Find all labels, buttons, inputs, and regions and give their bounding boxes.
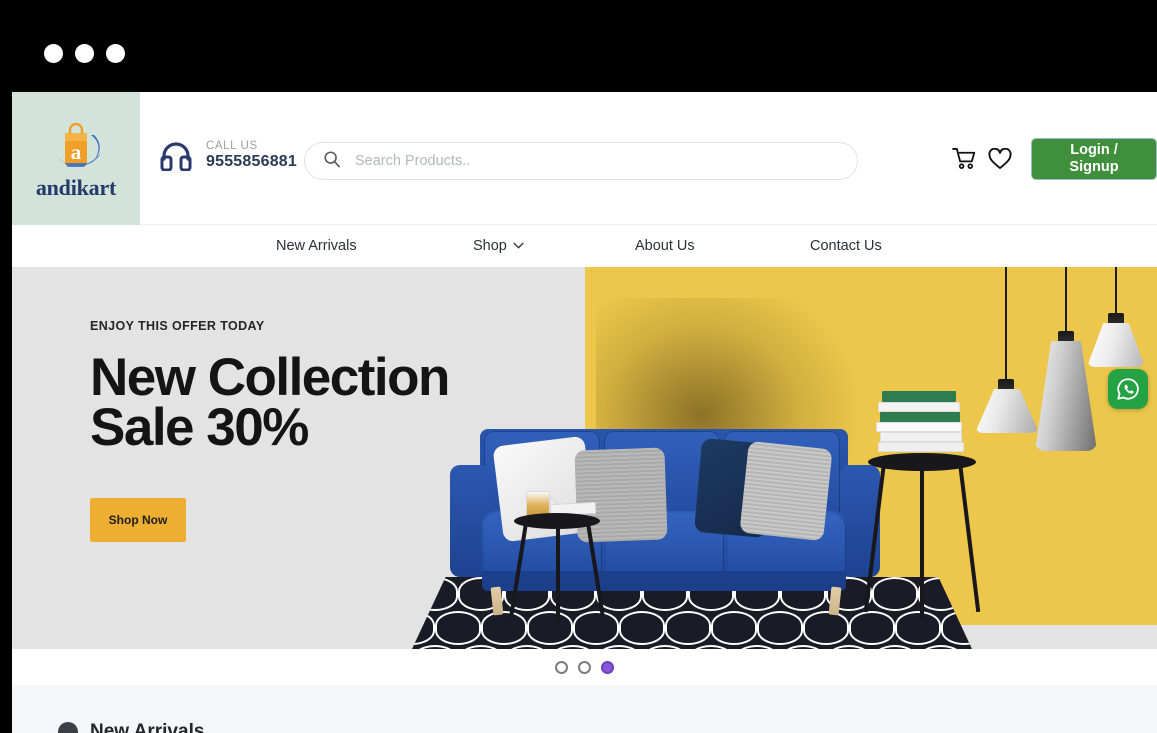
site-logo[interactable]: a andikart [12, 92, 140, 225]
nav-item-label: About Us [635, 238, 695, 254]
shop-now-button[interactable]: Shop Now [90, 497, 186, 542]
shopping-cart-icon[interactable] [951, 146, 977, 172]
rug-pattern-cell [596, 645, 642, 649]
rug-pattern-cell [412, 645, 458, 649]
call-us-number: 9555856881 [206, 153, 297, 170]
carousel-indicators [12, 649, 1157, 685]
window-controls [44, 44, 125, 63]
rug-pattern-cell [550, 645, 596, 649]
window-maximize-dot[interactable] [106, 44, 125, 63]
carousel-dot-1[interactable] [555, 660, 568, 674]
window-minimize-dot[interactable] [75, 44, 94, 63]
call-us-label: CALL US [206, 140, 258, 152]
rug-pattern-cell [872, 645, 918, 649]
nav-item-label: Shop [473, 238, 507, 254]
search-input[interactable] [355, 143, 839, 179]
svg-text:a: a [71, 140, 82, 164]
site-header: a andikart CALL US 9555856881 Search Pro… [12, 92, 1157, 225]
section-heading-icon [58, 722, 78, 733]
carousel-dot-2[interactable] [578, 660, 591, 674]
rug-pattern-cell [688, 645, 734, 649]
nav-item-new-arrivals[interactable]: New Arrivals [276, 238, 357, 254]
nav-item-label: Contact Us [810, 238, 882, 254]
section-heading-label: New Arrivals [90, 721, 205, 733]
rug-pattern-cell [642, 645, 688, 649]
nav-item-shop[interactable]: Shop [473, 238, 524, 254]
rug-pattern-cell [504, 645, 550, 649]
rug-pattern-cell [458, 645, 504, 649]
call-us-block[interactable]: CALL US 9555856881 [160, 140, 297, 171]
window-close-dot[interactable] [44, 44, 63, 63]
rug-pattern-cell [826, 645, 872, 649]
nav-item-label: New Arrivals [276, 238, 357, 254]
main-navigation: New Arrivals Shop About Us Contact Us [12, 225, 1157, 267]
section-heading: New Arrivals [58, 721, 204, 733]
login-signup-button[interactable]: Login / Signup [1031, 137, 1157, 180]
whatsapp-icon[interactable] [1108, 369, 1148, 409]
nav-item-about-us[interactable]: About Us [635, 238, 695, 254]
new-arrivals-section: New Arrivals [12, 685, 1157, 733]
search-bar[interactable] [304, 142, 858, 180]
hero-banner[interactable]: ENJOY THIS OFFER TODAY New Collection Sa… [12, 267, 1157, 649]
header-actions: Login / Signup [951, 92, 1157, 225]
rug-pattern-cell [711, 611, 757, 645]
hero-side-table-left [509, 491, 605, 625]
rug-pattern-cell [918, 645, 964, 649]
chevron-down-icon [513, 240, 524, 252]
rug-pattern-cell [734, 645, 780, 649]
logo-wordmark: andikart [35, 174, 117, 200]
rug-pattern-cell [803, 611, 849, 645]
rug-pattern-cell [619, 611, 665, 645]
carousel-dot-3[interactable] [601, 660, 614, 674]
page-viewport: a andikart CALL US 9555856881 Search Pro… [12, 92, 1157, 733]
rug-pattern-cell [435, 611, 481, 645]
shopping-bag-logo-icon: a [45, 119, 107, 175]
rug-pattern-cell [780, 645, 826, 649]
headset-icon [160, 141, 192, 171]
hero-sofa-image [444, 405, 884, 616]
hero-kicker: ENJOY THIS OFFER TODAY [90, 319, 265, 333]
hero-copy: ENJOY THIS OFFER TODAY New Collection Sa… [90, 319, 450, 542]
nav-item-contact-us[interactable]: Contact Us [810, 238, 882, 254]
heart-icon[interactable] [987, 146, 1013, 172]
search-icon [323, 150, 341, 173]
hero-title: New Collection Sale 30% [90, 348, 450, 458]
browser-chrome-bar [0, 0, 1157, 92]
rug-pattern-cell [757, 611, 803, 645]
rug-pattern-cell [665, 611, 711, 645]
